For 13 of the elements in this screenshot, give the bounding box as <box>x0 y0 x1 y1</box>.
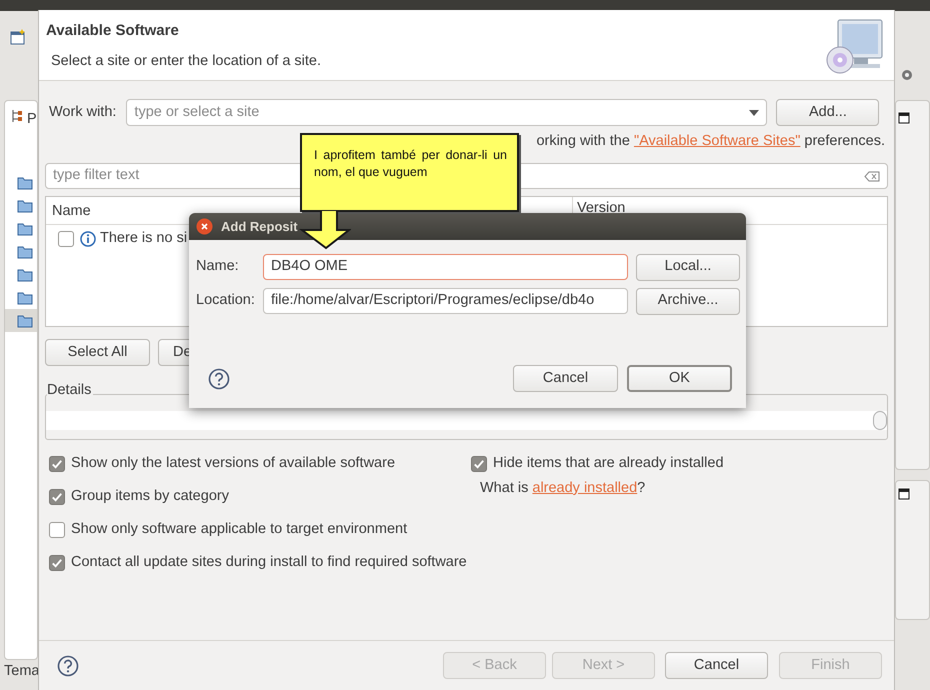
field-label: Name: <box>196 257 240 276</box>
status-text: Tema <box>4 662 40 681</box>
sites-note: orking with the "Available Software Sites" preferences. <box>535 132 886 151</box>
filter-placeholder: type filter text <box>53 166 140 186</box>
callout-text: I aprofitem també per donar-li un nom, el que vuguem <box>314 147 507 181</box>
dialog-subtitle: Select a site or enter the location of a site. <box>51 52 322 70</box>
row-text: There is no si <box>100 229 188 248</box>
dialog-title: Available Software <box>46 21 180 41</box>
installed-note: What is already installed? <box>479 478 646 498</box>
work-with-label: Work with: <box>49 102 116 122</box>
combo-placeholder: type or select a site <box>134 102 260 122</box>
dialog-title: Add Reposit <box>221 218 298 236</box>
field-label: Location: <box>196 291 256 310</box>
